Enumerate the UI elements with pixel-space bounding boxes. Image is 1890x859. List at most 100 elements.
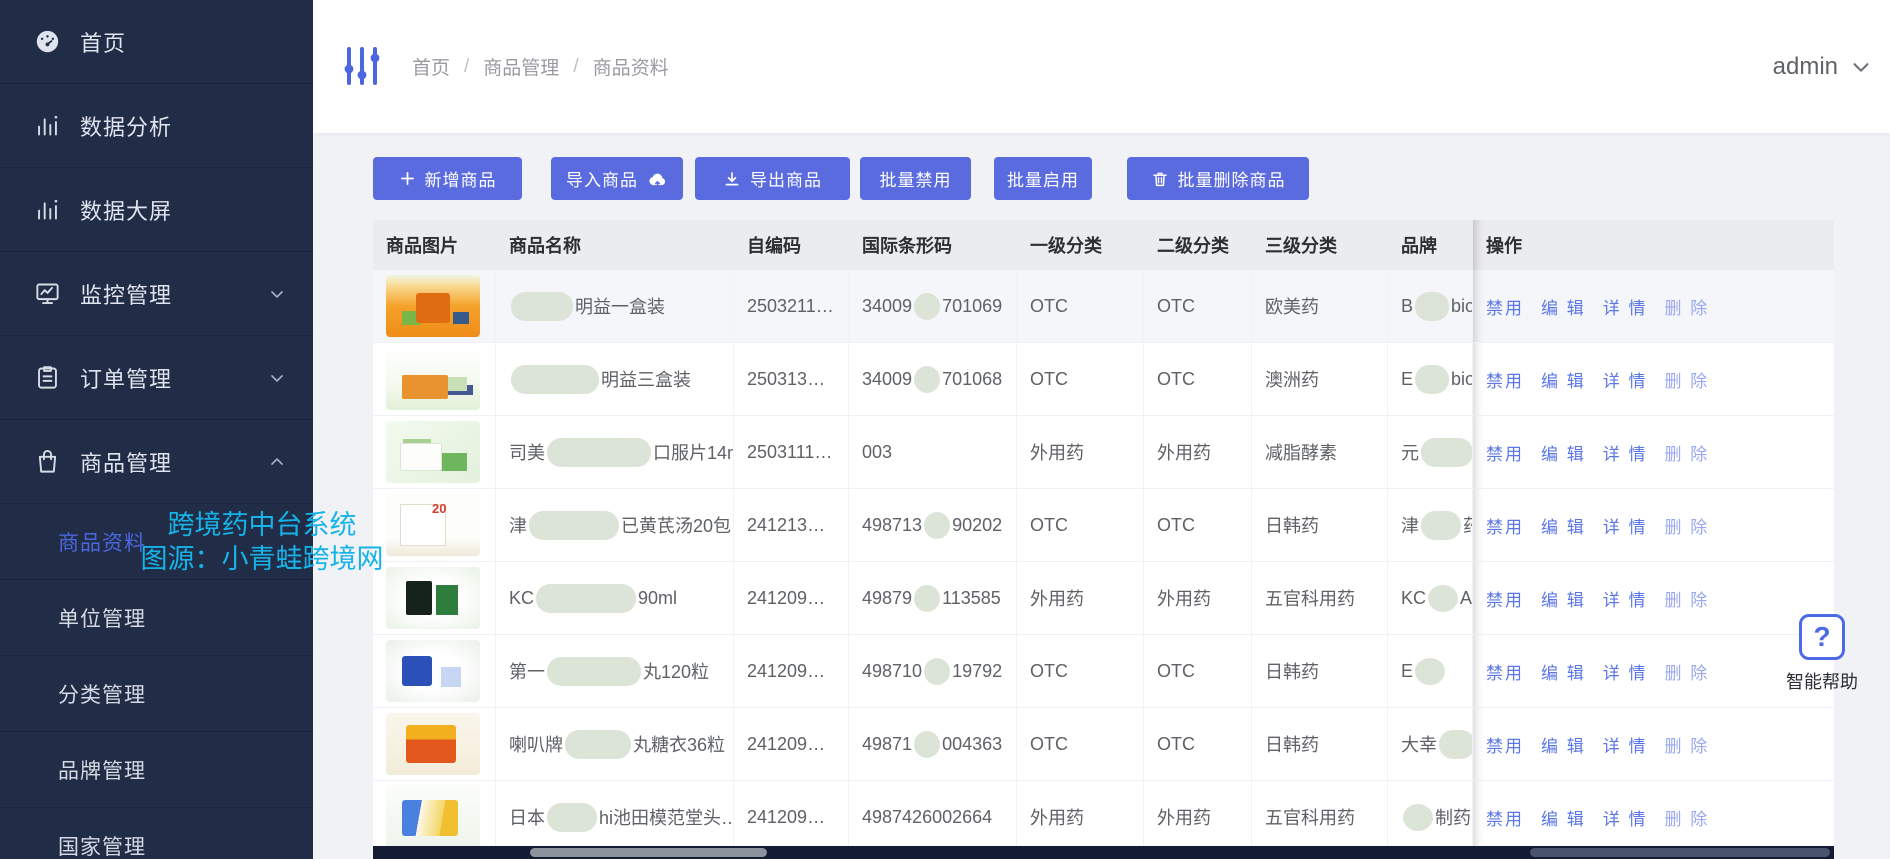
bag-icon bbox=[34, 448, 61, 475]
cell-text: 津 bbox=[1401, 516, 1419, 536]
breadcrumb-item[interactable]: 首页 bbox=[412, 53, 450, 80]
sidebar-subitem-category[interactable]: 分类管理 bbox=[0, 656, 313, 732]
sidebar-item-monitor[interactable]: 监控管理 bbox=[0, 252, 313, 336]
category-l2-cell: OTC bbox=[1144, 343, 1252, 415]
action-edit-link[interactable]: 编 辑 bbox=[1541, 294, 1586, 319]
category-l3-cell: 减脂酵素 bbox=[1252, 416, 1388, 488]
action-edit-link[interactable]: 编 辑 bbox=[1541, 440, 1586, 465]
table-row: 津已黄芪汤20包241213…49871390202OTCOTC日韩药津药禁用编… bbox=[373, 489, 1834, 562]
export-product-button[interactable]: 导出商品 bbox=[695, 157, 850, 200]
action-edit-link[interactable]: 编 辑 bbox=[1541, 586, 1586, 611]
sidebar-item-home[interactable]: 首页 bbox=[0, 0, 313, 84]
product-name-cell: 日本 hi池田模范堂头… bbox=[496, 781, 734, 853]
batch-delete-button[interactable]: 批量删除商品 bbox=[1127, 157, 1309, 200]
category-l2-cell: 外用药 bbox=[1144, 781, 1252, 853]
column-header-col-cat3: 三级分类 bbox=[1265, 236, 1337, 256]
button-label: 批量禁用 bbox=[879, 171, 952, 190]
category-l1-cell: OTC bbox=[1017, 489, 1144, 561]
category-l1-cell: 外用药 bbox=[1017, 416, 1144, 488]
cell-text: 津 bbox=[509, 516, 527, 536]
import-product-button[interactable]: 导入商品 bbox=[551, 157, 683, 200]
censor-blob bbox=[914, 365, 941, 393]
action-delete-link[interactable]: 删 除 bbox=[1664, 805, 1709, 830]
action-disable-link[interactable]: 禁用 bbox=[1486, 732, 1524, 757]
action-disable-link[interactable]: 禁用 bbox=[1486, 513, 1524, 538]
action-edit-link[interactable]: 编 辑 bbox=[1541, 659, 1586, 684]
action-delete-link[interactable]: 删 除 bbox=[1664, 586, 1709, 611]
add-product-button[interactable]: 新增商品 bbox=[373, 157, 522, 200]
bar-chart-icon bbox=[34, 112, 61, 139]
action-delete-link[interactable]: 删 除 bbox=[1664, 732, 1709, 757]
action-detail-link[interactable]: 详 情 bbox=[1603, 367, 1648, 392]
censor-blob bbox=[1415, 657, 1446, 685]
sidebar-item-data-analysis[interactable]: 数据分析 bbox=[0, 84, 313, 168]
cell-text: 口服片14mg bbox=[653, 443, 733, 463]
question-mark-icon[interactable]: ? bbox=[1799, 614, 1845, 660]
cell-text: 日本 bbox=[509, 808, 545, 828]
sidebar-item-data-screen[interactable]: 数据大屏 bbox=[0, 168, 313, 252]
actions-cell: 禁用编 辑详 情删 除 bbox=[1473, 270, 1834, 342]
horizontal-scrollbar[interactable] bbox=[373, 846, 1834, 859]
action-detail-link[interactable]: 详 情 bbox=[1603, 659, 1648, 684]
censor-blob bbox=[547, 656, 641, 686]
product-name-cell: 津 已黄芪汤20包 bbox=[496, 489, 734, 561]
action-detail-link[interactable]: 详 情 bbox=[1603, 586, 1648, 611]
batch-disable-button[interactable]: 批量禁用 bbox=[860, 157, 971, 200]
action-disable-link[interactable]: 禁用 bbox=[1486, 659, 1524, 684]
table-row: 日本 hi池田模范堂头… 241209… 4987426002664 外用药 外用药 五官科… bbox=[373, 781, 1834, 854]
products-table: 商品图片 商品名称 自编码 国际条形码 一级分类 二级分类 三级分类 品牌 操作 明益一盒装 25… bbox=[373, 220, 1834, 854]
action-detail-link[interactable]: 详 情 bbox=[1603, 513, 1648, 538]
action-delete-link[interactable]: 删 除 bbox=[1664, 367, 1709, 392]
barcode-cell: 498713 90202 bbox=[849, 489, 1017, 561]
censor-blob bbox=[547, 802, 597, 832]
batch-enable-button[interactable]: 批量启用 bbox=[994, 157, 1092, 200]
sidebar-subitem-product-info[interactable]: 商品资料 bbox=[0, 504, 313, 580]
sidebar-item-label: 商品管理 bbox=[80, 450, 173, 476]
breadcrumb-item[interactable]: 商品管理 bbox=[483, 53, 559, 80]
sidebar-item-products[interactable]: 商品管理 bbox=[0, 420, 313, 504]
action-edit-link[interactable]: 编 辑 bbox=[1541, 805, 1586, 830]
action-detail-link[interactable]: 详 情 bbox=[1603, 440, 1648, 465]
product-image-cell bbox=[373, 635, 496, 707]
scrollbar-thumb[interactable] bbox=[1530, 848, 1830, 857]
cell-text: bio / bbox=[1451, 368, 1473, 389]
action-delete-link[interactable]: 删 除 bbox=[1664, 294, 1709, 319]
action-disable-link[interactable]: 禁用 bbox=[1486, 367, 1524, 392]
cell-text: 34009 bbox=[862, 295, 913, 316]
username: admin bbox=[1772, 52, 1838, 80]
action-delete-link[interactable]: 删 除 bbox=[1664, 513, 1709, 538]
action-edit-link[interactable]: 编 辑 bbox=[1541, 367, 1586, 392]
action-detail-link[interactable]: 详 情 bbox=[1603, 294, 1648, 319]
monitor-icon bbox=[34, 280, 61, 307]
cell-text: 丸糖衣36粒 bbox=[633, 735, 726, 755]
action-disable-link[interactable]: 禁用 bbox=[1486, 805, 1524, 830]
column-header-col-cat2: 二级分类 bbox=[1157, 236, 1229, 256]
scrollbar-thumb[interactable] bbox=[530, 848, 767, 857]
action-edit-link[interactable]: 编 辑 bbox=[1541, 513, 1586, 538]
cell-text: B bbox=[1401, 295, 1414, 316]
sidebar-subitem-unit[interactable]: 单位管理 bbox=[0, 580, 313, 656]
action-edit-link[interactable]: 编 辑 bbox=[1541, 732, 1586, 757]
smart-help-widget[interactable]: ? 智能帮助 bbox=[1772, 614, 1872, 694]
cell-text: 4987426002664 bbox=[862, 806, 993, 827]
action-disable-link[interactable]: 禁用 bbox=[1486, 440, 1524, 465]
actions-cell: 禁用编 辑详 情删 除 bbox=[1473, 708, 1834, 780]
product-image-cell bbox=[373, 781, 496, 853]
breadcrumb-item[interactable]: 商品资料 bbox=[593, 53, 669, 80]
sidebar-subitem-country[interactable]: 国家管理 bbox=[0, 808, 313, 859]
action-delete-link[interactable]: 删 除 bbox=[1664, 659, 1709, 684]
cell-text: 498710 bbox=[862, 660, 923, 681]
category-l3-cell: 日韩药 bbox=[1252, 489, 1388, 561]
barcode-cell: 34009 701069 bbox=[849, 270, 1017, 342]
action-delete-link[interactable]: 删 除 bbox=[1664, 440, 1709, 465]
table-row: 明益三盒装250313…34009701068OTCOTC澳洲药Ebio /禁用… bbox=[373, 343, 1834, 416]
user-menu[interactable]: admin bbox=[1773, 0, 1872, 133]
sidebar-item-orders[interactable]: 订单管理 bbox=[0, 336, 313, 420]
action-disable-link[interactable]: 禁用 bbox=[1486, 586, 1524, 611]
sidebar-subitem-brand[interactable]: 品牌管理 bbox=[0, 732, 313, 808]
question-mark-glyph: ? bbox=[1813, 621, 1831, 652]
action-detail-link[interactable]: 详 情 bbox=[1603, 805, 1648, 830]
category-l1-cell: OTC bbox=[1017, 343, 1144, 415]
action-detail-link[interactable]: 详 情 bbox=[1603, 732, 1648, 757]
action-disable-link[interactable]: 禁用 bbox=[1486, 294, 1524, 319]
